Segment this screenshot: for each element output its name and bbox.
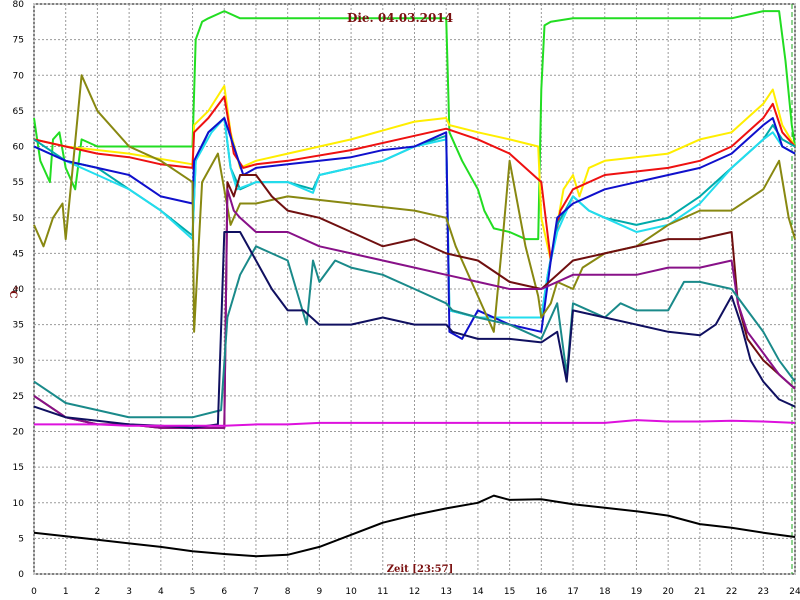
temperature-line-chart: 0 1 2 3 4 5 6 7 8 9 10 11 12 13 14 15 16 17 18 19 20 21 22 23 24…	[7, 0, 800, 597]
x-tick-label: 5	[190, 587, 196, 597]
x-tick-label: 8	[285, 587, 291, 597]
x-tick-label: 18	[599, 587, 611, 597]
y-tick-label: 60	[13, 143, 25, 153]
chart-title: Die. 04.03.2014	[347, 11, 453, 25]
y-axis-label: °C	[7, 286, 18, 299]
x-tick-label: 10	[345, 587, 357, 597]
x-tick-label: 0	[31, 587, 37, 597]
x-tick-label: 7	[253, 587, 259, 597]
y-tick-label: 15	[13, 463, 24, 473]
x-tick-label: 13	[440, 587, 451, 597]
y-tick-label: 65	[13, 107, 24, 117]
x-tick-label: 11	[377, 587, 388, 597]
y-tick-label: 25	[13, 392, 24, 402]
y-tick-label: 55	[13, 178, 24, 188]
x-tick-label: 22	[726, 587, 737, 597]
x-tick-label: 4	[158, 587, 164, 597]
x-tick-label: 21	[694, 587, 705, 597]
y-tick-label: 75	[13, 36, 24, 46]
y-tick-label: 10	[13, 499, 25, 509]
y-tick-label: 35	[13, 321, 24, 331]
x-tick-label: 1	[63, 587, 69, 597]
x-tick-label: 3	[126, 587, 132, 597]
x-tick-label: 19	[631, 587, 643, 597]
y-tick-label: 0	[18, 570, 24, 580]
x-tick-label: 15	[504, 587, 515, 597]
x-tick-label: 12	[409, 587, 420, 597]
x-tick-label: 2	[95, 587, 101, 597]
x-tick-label: 6	[221, 587, 227, 597]
x-tick-label: 16	[536, 587, 548, 597]
y-tick-label: 5	[18, 534, 24, 544]
y-tick-label: 45	[13, 249, 24, 259]
y-tick-label: 50	[13, 214, 25, 224]
y-tick-label: 70	[13, 71, 25, 81]
y-tick-label: 30	[13, 356, 25, 366]
x-tick-label: 20	[662, 587, 674, 597]
x-axis-tick-labels: 0 1 2 3 4 5 6 7 8 9 10 11 12 13 14 15 16 17 18 19 20 21 22 23 24	[31, 587, 800, 597]
x-tick-label: 17	[567, 587, 578, 597]
x-tick-label: 23	[758, 587, 769, 597]
x-tick-label: 9	[317, 587, 323, 597]
x-tick-label: 24	[789, 587, 800, 597]
y-tick-label: 80	[13, 0, 25, 10]
x-tick-label: 14	[472, 587, 484, 597]
y-tick-label: 20	[13, 428, 25, 438]
x-axis-label: Zeit [23:57]	[387, 564, 454, 575]
